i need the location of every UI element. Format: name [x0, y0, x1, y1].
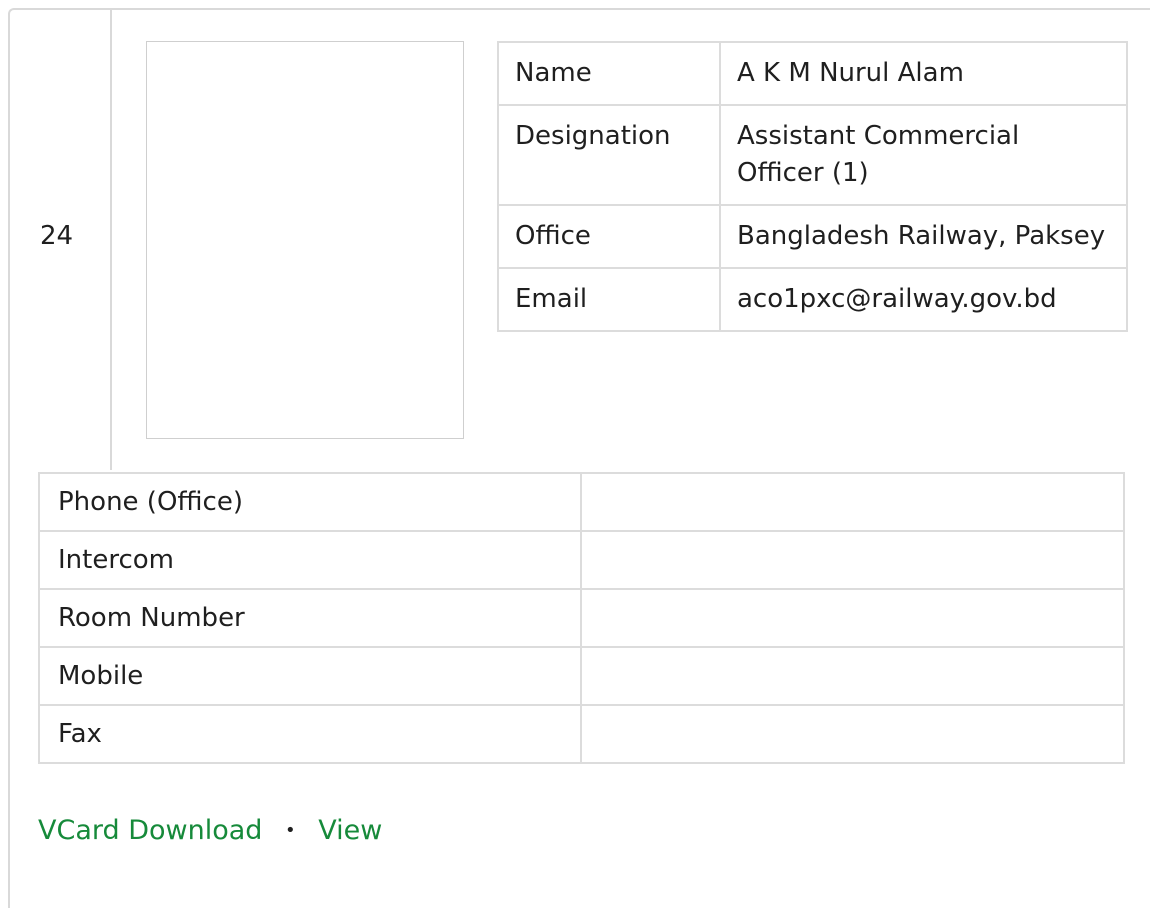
contact-table: Phone (Office) Intercom Room Number Mobi… [38, 472, 1125, 764]
contact-value [580, 530, 1125, 590]
contact-value [580, 588, 1125, 648]
info-row-designation: Designation Assistant Commercial Officer… [497, 104, 1128, 206]
info-value: Bangladesh Railway, Paksey [719, 204, 1128, 269]
info-label: Office [497, 204, 721, 269]
contact-row-room: Room Number [38, 588, 1125, 648]
contact-value [580, 646, 1125, 706]
info-value: A K M Nurul Alam [719, 41, 1128, 106]
info-row-office: Office Bangladesh Railway, Paksey [497, 204, 1128, 269]
info-label: Designation [497, 104, 721, 206]
contact-row-fax: Fax [38, 704, 1125, 764]
info-label: Email [497, 267, 721, 332]
info-row-email: Email aco1pxc@railway.gov.bd [497, 267, 1128, 332]
column-divider [110, 8, 112, 470]
officer-photo [146, 41, 464, 439]
view-link[interactable]: View [318, 815, 382, 846]
contact-value [580, 472, 1125, 532]
contact-row-mobile: Mobile [38, 646, 1125, 706]
contact-row-intercom: Intercom [38, 530, 1125, 590]
officer-info-table: Name A K M Nurul Alam Designation Assist… [497, 41, 1128, 332]
link-separator: • [285, 820, 296, 841]
contact-label: Room Number [38, 588, 582, 648]
info-label: Name [497, 41, 721, 106]
contact-label: Mobile [38, 646, 582, 706]
vcard-download-link[interactable]: VCard Download [38, 815, 262, 846]
contact-label: Fax [38, 704, 582, 764]
contact-value [580, 704, 1125, 764]
info-value: Assistant Commercial Officer (1) [719, 104, 1128, 206]
contact-label: Phone (Office) [38, 472, 582, 532]
serial-number: 24 [40, 221, 74, 251]
contact-label: Intercom [38, 530, 582, 590]
contact-row-phone: Phone (Office) [38, 472, 1125, 532]
info-value: aco1pxc@railway.gov.bd [719, 267, 1128, 332]
action-links: VCard Download • View [38, 815, 382, 846]
info-row-name: Name A K M Nurul Alam [497, 41, 1128, 106]
